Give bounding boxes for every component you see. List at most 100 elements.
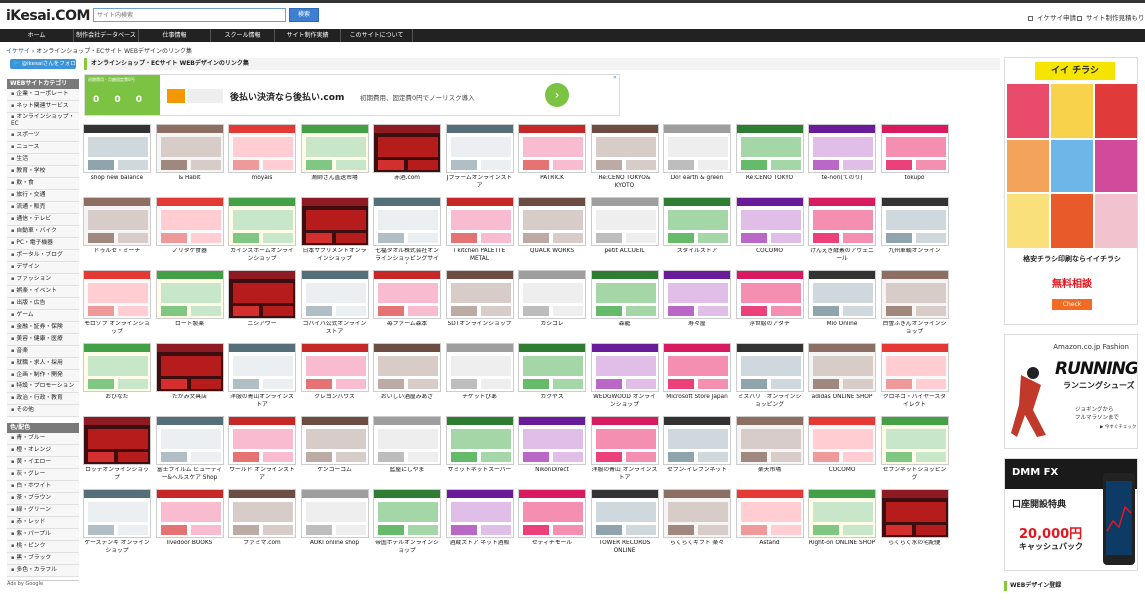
site-thumbnail[interactable] (663, 124, 731, 173)
site-card[interactable]: & Habit (155, 124, 225, 191)
sidebar-item[interactable]: 赤・レッド (7, 517, 79, 529)
sidebar-item[interactable]: 企画・制作・開発 (7, 370, 79, 382)
site-thumbnail[interactable] (155, 270, 224, 319)
site-card[interactable]: Mio Online (808, 270, 877, 337)
site-name[interactable]: COCOMO (736, 248, 804, 264)
site-thumbnail[interactable] (445, 489, 514, 538)
site-thumbnail[interactable] (228, 197, 296, 246)
site-card[interactable]: 森籠 (590, 270, 660, 337)
site-card[interactable]: ニシアワー (228, 270, 297, 337)
site-name[interactable]: Microsoft Store Japan (663, 394, 731, 410)
site-thumbnail[interactable] (373, 197, 441, 246)
site-card[interactable]: Right-on ONLINE SHOP (808, 489, 877, 556)
twitter-follow-button[interactable]: 🐦 @ikesaiさんをフォロー (10, 59, 76, 77)
site-card[interactable]: 九州車輌オンライン (880, 197, 950, 264)
site-thumbnail[interactable] (735, 343, 804, 392)
sidebar-item[interactable]: 特設・プロモーション (7, 382, 79, 393)
site-thumbnail[interactable] (735, 270, 804, 319)
site-name[interactable]: ケンコーコム (301, 467, 369, 483)
site-thumbnail[interactable] (300, 489, 369, 538)
site-name[interactable]: ワールド オンラインストア (228, 467, 296, 483)
nav-home[interactable]: ホーム (0, 29, 74, 42)
site-name[interactable]: クロネコ・バイヤーズダイレクト (881, 394, 949, 410)
site-name[interactable]: Right-on ONLINE SHOP (808, 540, 876, 556)
site-card[interactable]: たがみ文具店 (155, 343, 225, 410)
site-card[interactable]: らくらくギフト 楽々 (663, 489, 732, 556)
site-thumbnail[interactable] (590, 343, 659, 392)
site-name[interactable]: 浮世絵のアダチ (736, 321, 804, 337)
site-thumbnail[interactable] (590, 416, 659, 465)
site-card[interactable]: i kitchen PALETTE METAL (445, 197, 515, 264)
site-name[interactable]: ケーズデンキ オンラインショップ (83, 540, 151, 556)
search-input[interactable] (93, 8, 286, 22)
site-thumbnail[interactable] (155, 197, 224, 246)
site-card[interactable]: AOKI online shop (300, 489, 370, 556)
site-name[interactable]: 九州車輌オンライン (881, 248, 949, 264)
site-thumbnail[interactable] (445, 343, 514, 392)
site-thumbnail[interactable] (518, 124, 586, 173)
site-card[interactable]: Microsoft Store Japan (663, 343, 732, 410)
site-name[interactable]: 寿々屋 (663, 321, 731, 337)
site-thumbnail[interactable] (373, 124, 441, 173)
site-card[interactable]: おいしい酒屋みあさ (373, 343, 442, 410)
site-card[interactable]: ワールド オンラインストア (228, 416, 297, 483)
site-card[interactable]: ロート製薬 (155, 270, 225, 337)
site-thumbnail[interactable] (300, 197, 369, 246)
site-thumbnail[interactable] (880, 270, 949, 319)
site-thumbnail[interactable] (83, 197, 151, 246)
site-card[interactable]: 富士フイルム ビューティー&ヘルスケア Shop (155, 416, 225, 483)
site-name[interactable]: コバイバ公式オンラインストア (301, 321, 369, 337)
estimate-link[interactable]: サイト制作見積もり (1077, 12, 1145, 22)
site-name[interactable]: 赤酒.com (373, 175, 441, 191)
site-thumbnail[interactable] (228, 124, 296, 173)
site-thumbnail[interactable] (518, 270, 586, 319)
site-card[interactable]: Re:CENO TOKYO& KYOTO (590, 124, 660, 191)
site-name[interactable]: カインズホームオンラインショップ (228, 248, 296, 264)
sidebar-item[interactable]: 通信・テレビ (7, 214, 79, 226)
site-thumbnail[interactable] (590, 489, 659, 538)
site-thumbnail[interactable] (155, 124, 224, 173)
site-thumbnail[interactable] (518, 343, 586, 392)
site-name[interactable]: ドゥルセ・ミーナ (83, 248, 151, 264)
site-name[interactable]: PATRICK (518, 175, 586, 191)
site-card[interactable]: 酒蔵ストア ネット酒販 (445, 489, 515, 556)
site-thumbnail[interactable] (663, 197, 731, 246)
fx-ad[interactable]: DMM FX 口座開設特典 20,000円 キャッシュバック (1004, 458, 1138, 571)
site-thumbnail[interactable] (228, 343, 296, 392)
site-thumbnail[interactable] (663, 343, 731, 392)
site-card[interactable]: らくらく水の宅配便 (880, 489, 950, 556)
sidebar-item[interactable]: 黄・イエロー (7, 457, 79, 469)
nav-company-db[interactable]: 制作会社データベース (74, 29, 139, 42)
site-logo[interactable]: iKesai.COM (6, 8, 90, 24)
site-thumbnail[interactable] (735, 416, 804, 465)
sidebar-item[interactable]: 美容・健康・医療 (7, 334, 79, 346)
sidebar-item[interactable]: 灰・グレー (7, 469, 79, 481)
site-card[interactable]: NikonDirect (518, 416, 587, 483)
site-thumbnail[interactable] (228, 270, 296, 319)
site-thumbnail[interactable] (445, 197, 514, 246)
site-name[interactable]: petit ACCUEIL (591, 248, 659, 264)
site-card[interactable]: 漁師さん直送市場 (300, 124, 370, 191)
sidebar-item[interactable]: 音楽 (7, 346, 79, 358)
site-card[interactable]: 浮世絵のアダチ (735, 270, 805, 337)
sidebar-item[interactable]: オンラインショップ・EC (7, 113, 79, 130)
site-thumbnail[interactable] (880, 197, 949, 246)
site-name[interactable]: おいしい酒屋みあさ (373, 394, 441, 410)
site-card[interactable]: 寿々屋 (663, 270, 732, 337)
site-thumbnail[interactable] (300, 124, 369, 173)
site-name[interactable]: クレヨンハウス (301, 394, 369, 410)
site-card[interactable]: スタイルストア (663, 197, 732, 264)
sidebar-item[interactable]: ファッション (7, 274, 79, 286)
site-card[interactable]: 白雪ふきんオンラインショップ (880, 270, 950, 337)
site-name[interactable]: セブン-イレブンネット (663, 467, 731, 483)
sidebar-item[interactable]: PC・電子機器 (7, 238, 79, 250)
sidebar-item[interactable]: デザイン (7, 262, 79, 274)
site-name[interactable]: 日本サプリメントオンラインショップ (301, 248, 369, 264)
site-thumbnail[interactable] (808, 197, 876, 246)
site-thumbnail[interactable] (663, 270, 731, 319)
site-card[interactable]: WEDGWOOD オンラインショップ (590, 343, 660, 410)
sidebar-item[interactable]: 教育・学校 (7, 166, 79, 178)
site-card[interactable]: ノリタケ食器 (155, 197, 225, 264)
site-thumbnail[interactable] (300, 270, 369, 319)
site-card[interactable]: カインズホームオンラインショップ (228, 197, 297, 264)
